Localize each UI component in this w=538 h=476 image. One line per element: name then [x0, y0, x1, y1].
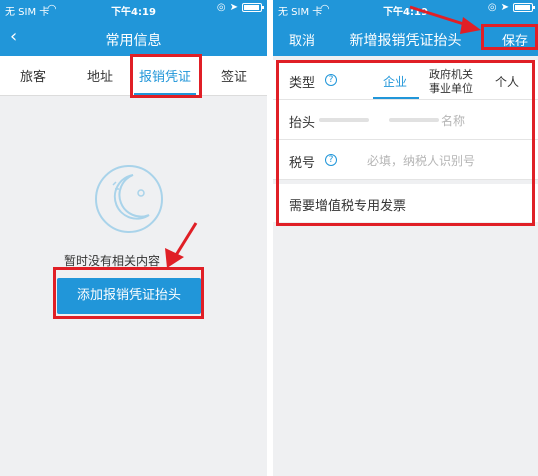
annotation-arrows [165, 5, 481, 268]
annotation-arrow-icon [165, 222, 198, 268]
annotation-arrow-icon [409, 5, 481, 34]
